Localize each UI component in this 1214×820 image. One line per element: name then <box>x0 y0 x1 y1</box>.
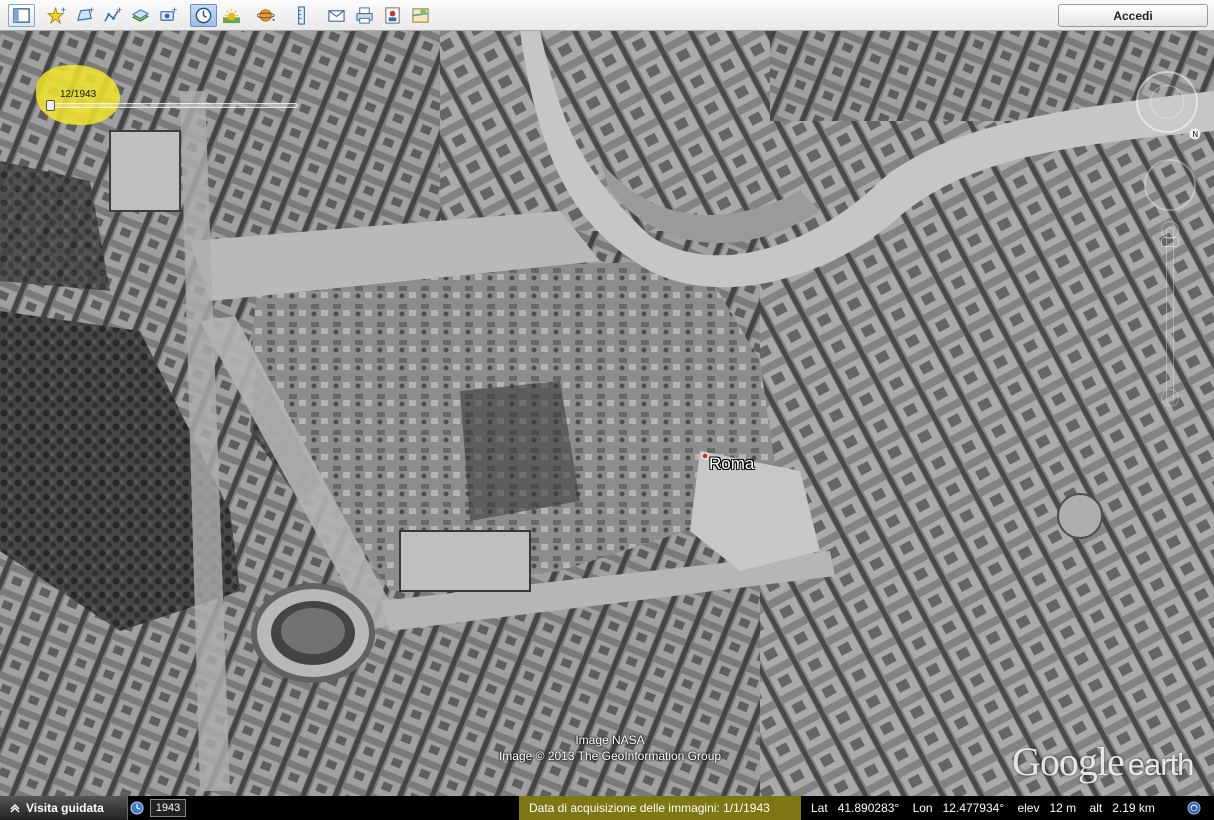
elev-label: elev <box>1017 801 1040 815</box>
svg-text:+: + <box>60 6 66 15</box>
record-tour-button[interactable]: + <box>155 4 182 27</box>
credit-line-geoinformation: Image © 2013 The GeoInformation Group <box>498 749 722 763</box>
sunlight-icon <box>222 8 241 23</box>
toolbar: + + + + <box>0 0 1214 31</box>
signin-button[interactable]: Accedi <box>1058 4 1208 27</box>
toolbar-group-planets <box>253 4 280 27</box>
acquisition-date: Data di acquisizione delle immagini: 1/1… <box>529 801 770 815</box>
ruler-icon <box>298 5 305 25</box>
toolbar-group-measure <box>288 4 315 27</box>
toolbar-group-sidebar <box>8 3 35 27</box>
clock-icon <box>130 801 144 815</box>
look-joystick[interactable] <box>1150 85 1184 119</box>
logo-google-text: Google <box>1012 739 1125 784</box>
time-slider-date: 12/1943 <box>60 89 97 100</box>
toolbar-group-create: + + + + <box>43 4 182 27</box>
time-slider-track[interactable] <box>48 103 298 108</box>
add-path-button[interactable]: + <box>99 4 126 27</box>
imagery-year-button[interactable]: 1943 <box>150 799 186 817</box>
toolbar-group-view <box>190 3 245 27</box>
chevron-up-icon <box>10 803 20 813</box>
polygon-add-icon: + <box>77 6 94 21</box>
map-view[interactable]: 12/1943 Roma N Image NASA Image © 2013 T… <box>0 31 1214 796</box>
zoom-slider[interactable] <box>1166 227 1174 405</box>
sidebar-toggle-button[interactable] <box>8 3 35 27</box>
status-bar: Visita guidata 1943 Data di acquisizione… <box>0 796 1214 820</box>
historical-imagery-button[interactable] <box>190 3 217 27</box>
zoom-slider-handle[interactable] <box>1161 237 1179 247</box>
elev-value: 12 m <box>1049 801 1077 815</box>
print-button[interactable] <box>351 4 378 27</box>
placemark-add-icon: + <box>47 6 66 24</box>
alt-label: alt <box>1089 801 1103 815</box>
google-maps-icon <box>412 7 429 23</box>
coordinates-readout: Lat 41.890283° Lon 12.477934° elev 12 m alt… <box>811 801 1165 815</box>
north-up-icon[interactable]: N <box>1189 128 1201 140</box>
imagery-credits: Image NASA Image © 2013 The GeoInformati… <box>480 732 740 764</box>
switch-planet-button[interactable] <box>253 4 280 27</box>
lon-value: 12.477934° <box>942 801 1005 815</box>
email-icon <box>328 9 345 22</box>
image-overlay-icon <box>131 8 150 22</box>
lat-label: Lat <box>811 801 828 815</box>
sunlight-button[interactable] <box>218 4 245 27</box>
zoom-out-button[interactable] <box>1161 389 1179 407</box>
lon-label: Lon <box>912 801 933 815</box>
add-placemark-button[interactable]: + <box>43 4 70 27</box>
svg-text:+: + <box>171 6 177 15</box>
time-slider-handle[interactable] <box>46 100 55 111</box>
email-button[interactable] <box>323 4 350 27</box>
record-tour-icon: + <box>160 6 178 21</box>
sidebar-icon <box>13 7 30 23</box>
svg-text:+: + <box>116 6 122 15</box>
view-in-maps-button[interactable] <box>407 4 434 27</box>
google-earth-logo: Google earth <box>1012 738 1195 785</box>
add-polygon-button[interactable]: + <box>71 4 98 27</box>
guided-tour-label: Visita guidata <box>26 801 104 815</box>
add-image-overlay-button[interactable] <box>127 4 154 27</box>
planets-icon <box>257 8 276 22</box>
historical-imagery-icon <box>195 7 212 23</box>
place-marker-icon <box>701 452 709 460</box>
move-joystick[interactable] <box>1144 159 1196 211</box>
print-icon <box>356 6 373 24</box>
ruler-button[interactable] <box>288 4 315 27</box>
save-image-button[interactable] <box>379 4 406 27</box>
guided-tour-button[interactable]: Visita guidata <box>0 796 128 820</box>
logo-earth-text: earth <box>1127 747 1195 782</box>
satellite-imagery <box>0 31 1214 796</box>
credit-line-nasa: Image NASA <box>575 733 645 747</box>
svg-text:+: + <box>88 6 94 15</box>
streaming-status-icon <box>1187 801 1201 815</box>
historical-time-slider: 12/1943 <box>36 65 304 125</box>
toolbar-group-share <box>323 4 434 27</box>
lat-value: 41.890283° <box>837 801 900 815</box>
place-label-roma[interactable]: Roma <box>709 454 754 474</box>
path-add-icon: + <box>104 6 122 22</box>
alt-value: 2.19 km <box>1112 801 1155 815</box>
svg-text:N: N <box>1192 130 1198 139</box>
save-image-icon <box>385 6 400 24</box>
